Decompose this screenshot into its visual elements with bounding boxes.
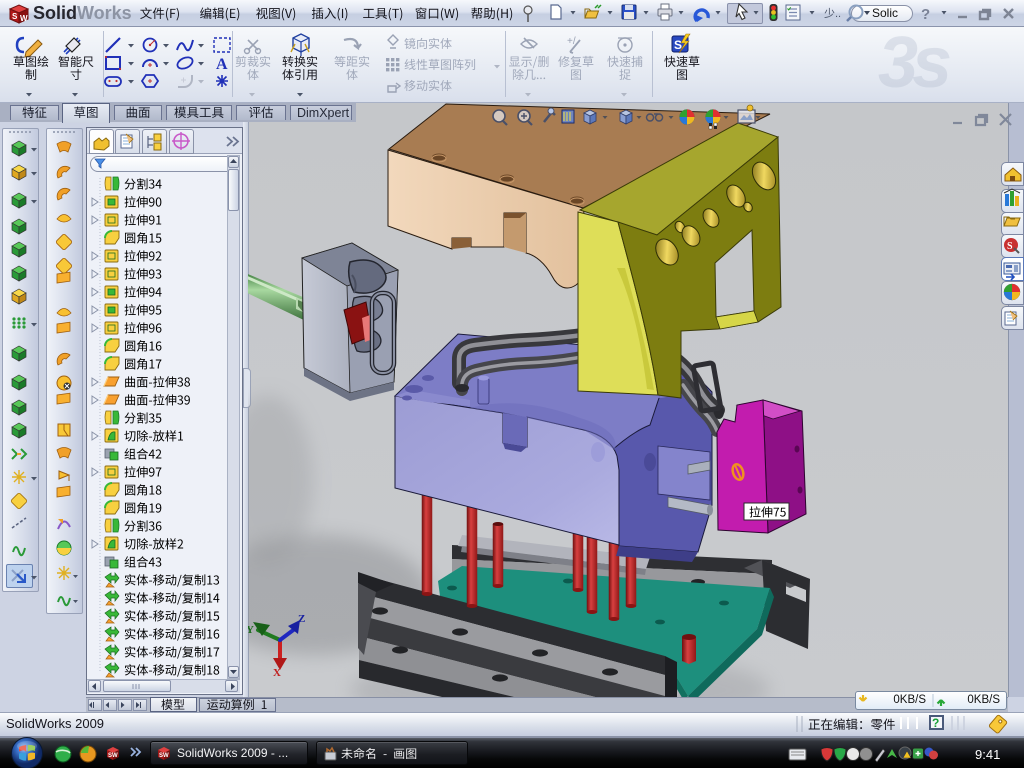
svg-text:W: W	[20, 14, 28, 23]
svg-text:S: S	[12, 12, 18, 21]
svg-text:Z: Z	[298, 613, 305, 625]
svg-text:X: X	[273, 667, 281, 679]
svg-text:Y: Y	[248, 624, 254, 636]
